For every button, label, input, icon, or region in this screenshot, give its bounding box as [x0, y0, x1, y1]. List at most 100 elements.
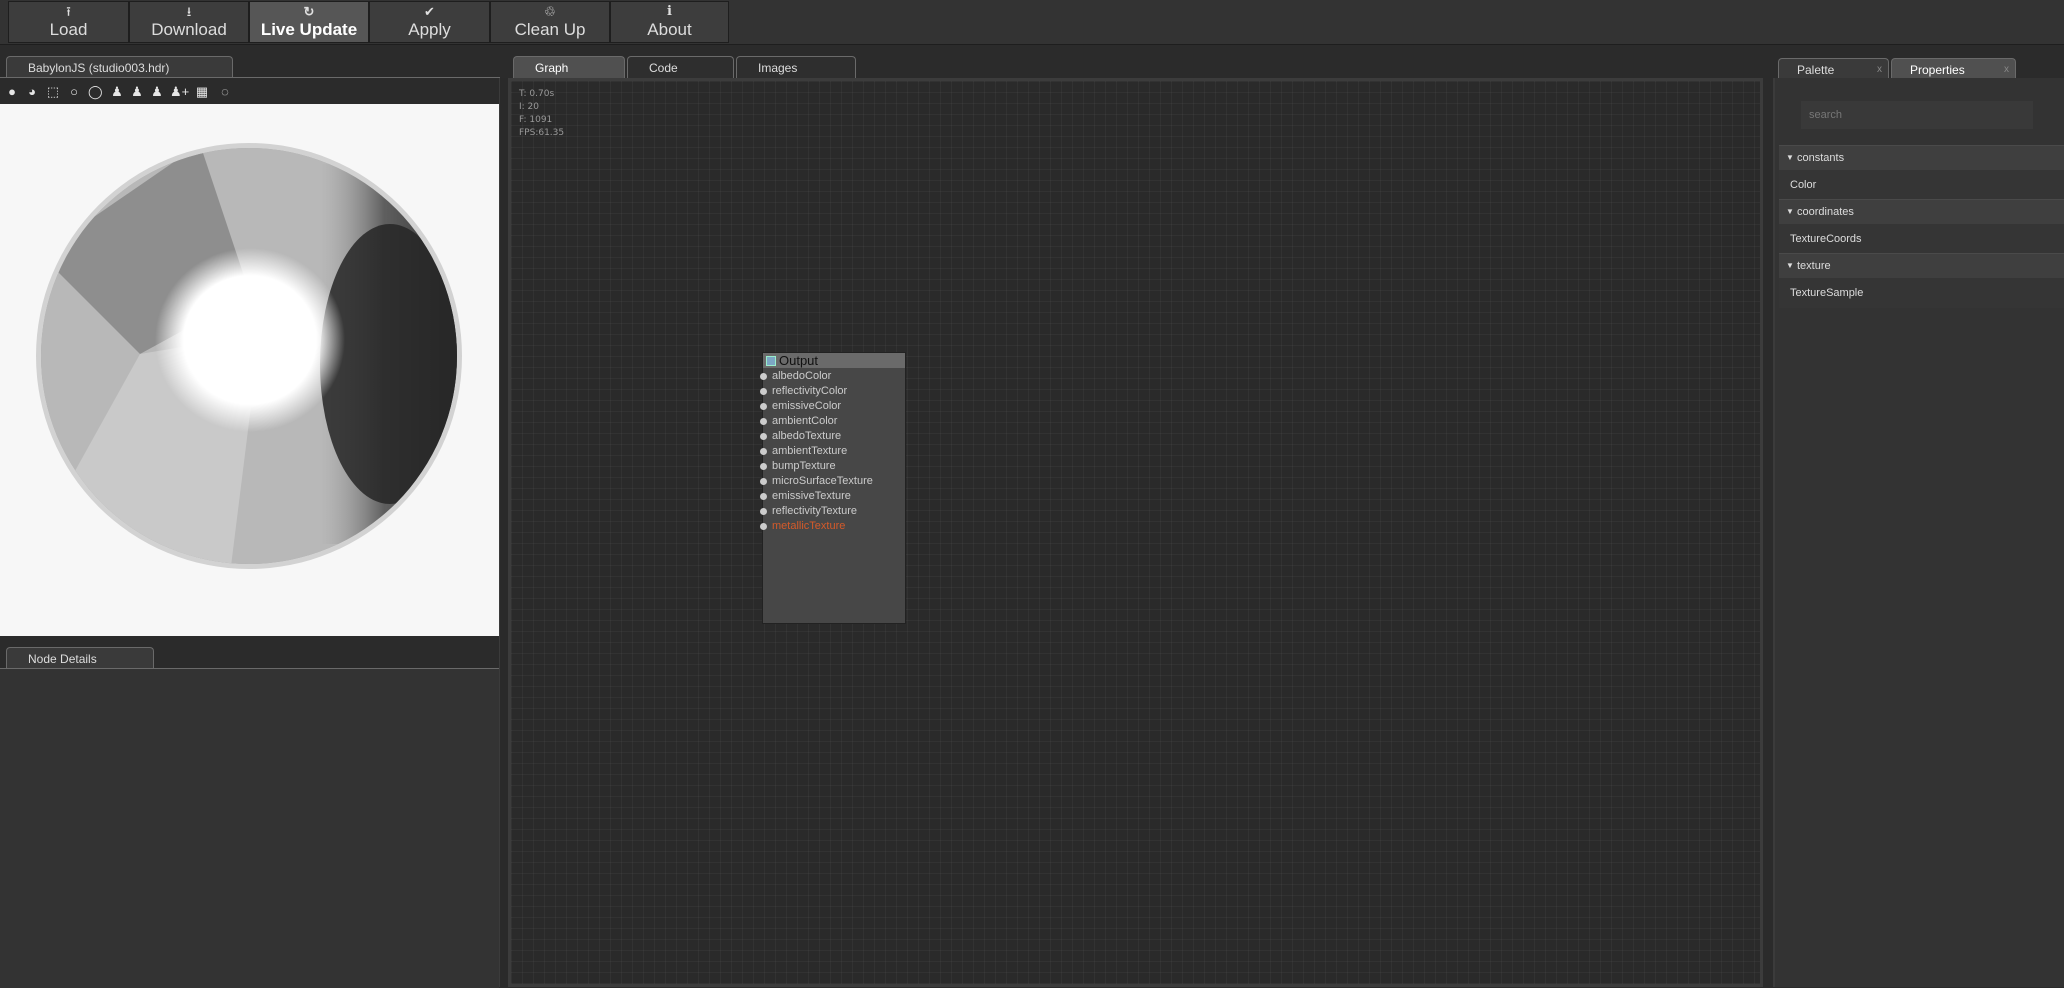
port-label: metallicTexture: [772, 520, 846, 532]
user-icon[interactable]: ♟: [130, 85, 144, 99]
user-icon[interactable]: ♟: [150, 85, 164, 99]
user-add-icon[interactable]: ♟+: [170, 85, 189, 99]
tab-graph[interactable]: Graph: [513, 56, 625, 78]
stat-fps: FPS:61.35: [519, 128, 565, 138]
upload-icon: ⭱: [66, 4, 71, 19]
output-node-title: Output: [779, 353, 819, 368]
about-button-label: About: [647, 20, 692, 39]
input-port[interactable]: albedoColor: [760, 369, 905, 384]
preview-toolbar: ● ◕ ⬚ ○ ◯ ♟ ♟ ♟ ♟+ ▦ ◌: [0, 80, 500, 104]
material-sphere-preview: [36, 143, 462, 569]
port-socket[interactable]: [760, 373, 767, 380]
node-color-swatch: [766, 356, 776, 366]
trash-icon: ♲: [544, 4, 556, 19]
output-node[interactable]: Output albedoColor reflectivityColor emiss…: [760, 352, 906, 624]
palette-item-texturesample[interactable]: TextureSample: [1779, 278, 2064, 308]
port-socket[interactable]: [760, 508, 767, 515]
input-port[interactable]: emissiveTexture: [760, 489, 905, 504]
images-tab-label: Images: [758, 61, 798, 75]
tab-images[interactable]: Images: [736, 56, 856, 78]
circle-outline-icon[interactable]: ◯: [88, 85, 103, 99]
input-port[interactable]: reflectivityTexture: [760, 504, 905, 519]
download-button[interactable]: ⭳ Download: [129, 1, 249, 43]
port-socket[interactable]: [760, 463, 767, 470]
sphere-icon[interactable]: ●: [5, 85, 19, 99]
properties-tab-label: Properties: [1910, 63, 1965, 77]
palette-item-color[interactable]: Color: [1779, 170, 2064, 200]
refresh-icon: ↻: [303, 4, 315, 19]
category-texture[interactable]: ▼ texture: [1779, 253, 2064, 278]
graph-tab-label: Graph: [535, 61, 569, 75]
clean-up-button[interactable]: ♲ Clean Up: [490, 1, 610, 43]
download-button-label: Download: [151, 20, 227, 39]
category-label: coordinates: [1797, 206, 1854, 218]
chevron-down-icon: ▼: [1786, 207, 1794, 216]
main-toolbar: ⭱ Load ⭳ Download ↻ Live Update ✔ Apply …: [0, 0, 2064, 45]
port-label: bumpTexture: [772, 460, 836, 472]
palette-item-label: TextureSample: [1790, 287, 1864, 299]
tab-code[interactable]: Code: [627, 56, 734, 78]
category-constants[interactable]: ▼ constants: [1779, 145, 2064, 170]
input-port[interactable]: albedoTexture: [760, 429, 905, 444]
load-button[interactable]: ⭱ Load: [8, 1, 129, 43]
input-port[interactable]: reflectivityColor: [760, 384, 905, 399]
stat-frames: F: 1091: [519, 115, 553, 125]
port-label: ambientTexture: [772, 445, 848, 457]
apply-button[interactable]: ✔ Apply: [369, 1, 490, 43]
info-icon: i: [667, 4, 672, 19]
output-node-header[interactable]: Output: [763, 353, 905, 368]
port-label: emissiveTexture: [772, 490, 851, 502]
grid-icon[interactable]: ▦: [195, 85, 209, 99]
port-socket[interactable]: [760, 523, 767, 530]
graph-canvas[interactable]: T: 0.70s I: 20 F: 1091 FPS:61.35 Output …: [508, 78, 1763, 987]
port-label: albedoTexture: [772, 430, 842, 442]
preview-tab-label: BabylonJS (studio003.hdr): [28, 61, 170, 75]
input-port[interactable]: microSurfaceTexture: [760, 474, 905, 489]
input-port[interactable]: ambientColor: [760, 414, 905, 429]
apply-button-label: Apply: [408, 20, 451, 39]
download-icon: ⭳: [186, 4, 192, 19]
palette-panel: ▼ constants Color ▼ coordinates TextureC…: [1773, 78, 2064, 987]
preview-viewport[interactable]: [0, 104, 499, 636]
tab-palette[interactable]: Palette x: [1778, 58, 1889, 80]
port-socket[interactable]: [760, 478, 767, 485]
tab-properties[interactable]: Properties x: [1891, 58, 2016, 80]
clean-up-button-label: Clean Up: [514, 20, 586, 39]
user-icon[interactable]: ♟: [110, 85, 124, 99]
palette-tab-label: Palette: [1797, 63, 1835, 77]
palette-item-texturecoords[interactable]: TextureCoords: [1779, 224, 2064, 254]
port-socket[interactable]: [760, 493, 767, 500]
port-label: emissiveColor: [772, 400, 842, 412]
port-socket[interactable]: [760, 388, 767, 395]
port-socket[interactable]: [760, 448, 767, 455]
category-label: constants: [1797, 152, 1845, 164]
input-port[interactable]: ambientTexture: [760, 444, 905, 459]
category-coordinates[interactable]: ▼ coordinates: [1779, 199, 2064, 224]
port-socket[interactable]: [760, 433, 767, 440]
cube-icon[interactable]: ⬚: [46, 85, 60, 99]
port-socket[interactable]: [760, 418, 767, 425]
about-button[interactable]: i About: [610, 1, 729, 43]
live-update-button[interactable]: ↻ Live Update: [249, 1, 369, 43]
tab-preview[interactable]: BabylonJS (studio003.hdr): [6, 56, 233, 78]
chevron-down-icon: ▼: [1786, 153, 1794, 162]
input-port[interactable]: metallicTexture: [760, 519, 905, 534]
stat-iterations: I: 20: [519, 102, 539, 112]
search-input[interactable]: [1801, 101, 2033, 129]
input-port[interactable]: emissiveColor: [760, 399, 905, 414]
input-port[interactable]: bumpTexture: [760, 459, 905, 474]
tab-node-details[interactable]: Node Details: [6, 647, 154, 669]
spinner-icon[interactable]: ◌: [218, 85, 232, 99]
chevron-down-icon: ▼: [1786, 261, 1794, 270]
port-label: microSurfaceTexture: [772, 475, 873, 487]
port-label: albedoColor: [772, 370, 832, 382]
preview-tab-underline: [0, 77, 500, 78]
port-label: reflectivityTexture: [772, 505, 857, 517]
stat-time: T: 0.70s: [519, 89, 555, 99]
port-label: ambientColor: [772, 415, 838, 427]
palette-item-label: TextureCoords: [1790, 233, 1862, 245]
globe-icon[interactable]: ◕: [25, 85, 39, 99]
port-socket[interactable]: [760, 403, 767, 410]
circle-icon[interactable]: ○: [67, 85, 81, 99]
node-details-panel: [0, 668, 499, 988]
